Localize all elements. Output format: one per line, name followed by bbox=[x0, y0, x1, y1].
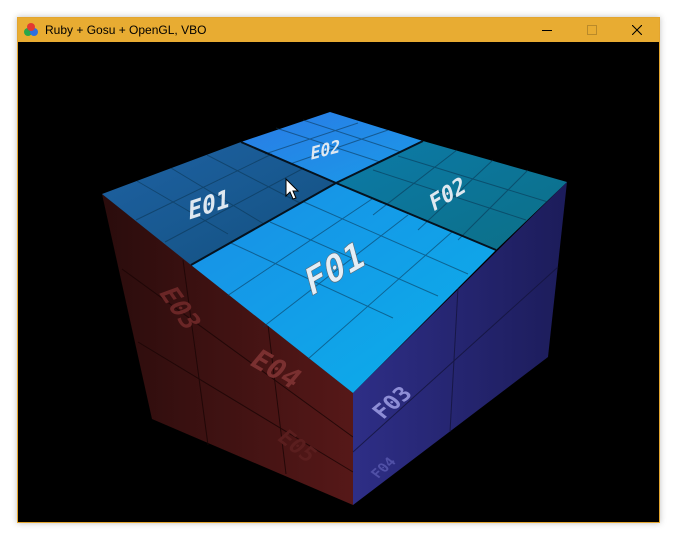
minimize-button[interactable] bbox=[524, 18, 569, 42]
close-icon bbox=[631, 25, 642, 35]
app-window: Ruby + Gosu + OpenGL, VBO E03 E04 E05 F0… bbox=[17, 17, 660, 523]
minimize-icon bbox=[541, 30, 552, 31]
close-button[interactable] bbox=[614, 18, 659, 42]
opengl-canvas[interactable]: E03 E04 E05 F03 F04 E01 E02 F02 F01 bbox=[18, 42, 659, 522]
window-title: Ruby + Gosu + OpenGL, VBO bbox=[45, 23, 207, 37]
maximize-icon bbox=[586, 25, 597, 35]
title-bar[interactable]: Ruby + Gosu + OpenGL, VBO bbox=[18, 18, 659, 42]
gosu-app-icon bbox=[23, 22, 39, 38]
maximize-button[interactable] bbox=[569, 18, 614, 42]
